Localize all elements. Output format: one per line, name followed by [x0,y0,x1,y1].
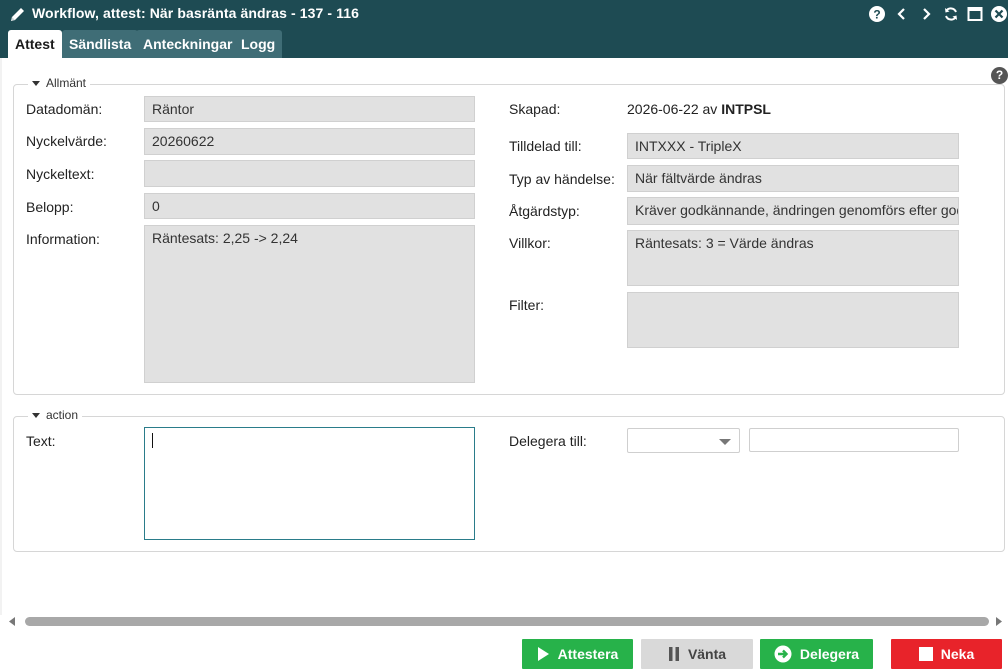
villkor-label: Villkor: [509,235,551,251]
tab-attest[interactable]: Attest [8,30,62,58]
workflow-window: Workflow, attest: När basränta ändras - … [0,0,1008,672]
left-edge [0,58,2,615]
title-bar: Workflow, attest: När basränta ändras - … [0,0,1008,28]
footer-toolbar: Attestera Vänta Delegera Neka [0,629,1008,672]
collapse-caret-icon[interactable] [32,80,40,86]
neka-label: Neka [940,646,975,662]
attestera-button[interactable]: Attestera [522,639,633,669]
delegera-button[interactable]: Delegera [760,639,873,669]
refresh-icon[interactable] [941,4,961,24]
svg-text:?: ? [873,8,880,22]
attestera-label: Attestera [557,646,619,662]
allmant-legend-label: Allmänt [46,76,87,90]
delegera-button-label: Delegera [799,646,860,662]
scrollbar-thumb[interactable] [25,617,989,626]
allmant-legend[interactable]: Allmänt [28,76,91,90]
delegera-input[interactable] [749,428,959,452]
help-icon[interactable]: ? [991,67,1008,84]
tab-sandlista[interactable]: Sändlista [62,30,139,58]
nyckeltext-field [144,160,475,187]
filter-field [627,292,959,348]
play-icon [537,647,549,661]
action-legend[interactable]: action [28,408,83,422]
atgardstyp-field: Kräver godkännande, ändringen genomförs … [627,197,959,225]
belopp-label: Belopp: [26,199,74,215]
villkor-field: Räntesats: 3 = Värde ändras [627,230,959,286]
pause-icon [668,647,679,661]
text-cursor [152,433,153,448]
text-label: Text: [26,433,56,449]
tilldelad-label: Tilldelad till: [509,138,582,154]
datadoman-field: Räntor [144,96,475,122]
skapad-user: INTPSL [721,101,771,117]
scroll-right-icon[interactable] [995,617,1003,626]
nyckeltext-label: Nyckeltext: [26,166,95,182]
scroll-left-icon[interactable] [8,617,16,626]
skapad-label: Skapad: [509,101,561,117]
tab-logg[interactable]: Logg [234,30,283,58]
tab-bar: Attest Sändlista Anteckningar Logg [0,28,1008,58]
filter-label: Filter: [509,297,544,313]
nyckelvarde-field: 20260622 [144,128,475,155]
action-legend-label: action [46,408,79,422]
tilldelad-field: INTXXX - TripleX [627,133,959,159]
arrow-right-circle-icon [774,645,792,663]
chevron-left-icon[interactable] [892,4,912,24]
maximize-icon[interactable] [965,4,985,24]
pencil-icon [11,8,24,21]
information-field: Räntesats: 2,25 -> 2,24 [144,225,475,383]
neka-button[interactable]: Neka [891,639,1002,669]
stop-square-icon [918,647,933,661]
typ-field: När fältvärde ändras [627,165,959,192]
text-input[interactable] [144,427,475,540]
chevron-down-icon [719,439,731,445]
vanta-label: Vänta [687,646,727,662]
delegera-label: Delegera till: [509,433,587,449]
datadoman-label: Datadomän: [26,101,103,117]
vanta-button[interactable]: Vänta [641,639,753,669]
delegera-select[interactable] [627,428,740,453]
close-icon[interactable] [989,4,1008,24]
collapse-caret-icon[interactable] [32,412,40,418]
tab-anteckningar[interactable]: Anteckningar [136,30,240,58]
horizontal-scrollbar[interactable] [0,615,1008,628]
help-icon[interactable]: ? [867,4,887,24]
window-title: Workflow, attest: När basränta ändras - … [32,5,360,21]
nyckelvarde-label: Nyckelvärde: [26,133,107,149]
typ-label: Typ av händelse: [509,171,615,187]
atgardstyp-label: Åtgärdstyp: [509,203,580,219]
skapad-date: 2026-06-22 av [627,101,718,117]
chevron-right-icon[interactable] [916,4,936,24]
skapad-value: 2026-06-22 av INTPSL [627,101,771,117]
belopp-field: 0 [144,193,475,219]
information-label: Information: [26,231,100,247]
